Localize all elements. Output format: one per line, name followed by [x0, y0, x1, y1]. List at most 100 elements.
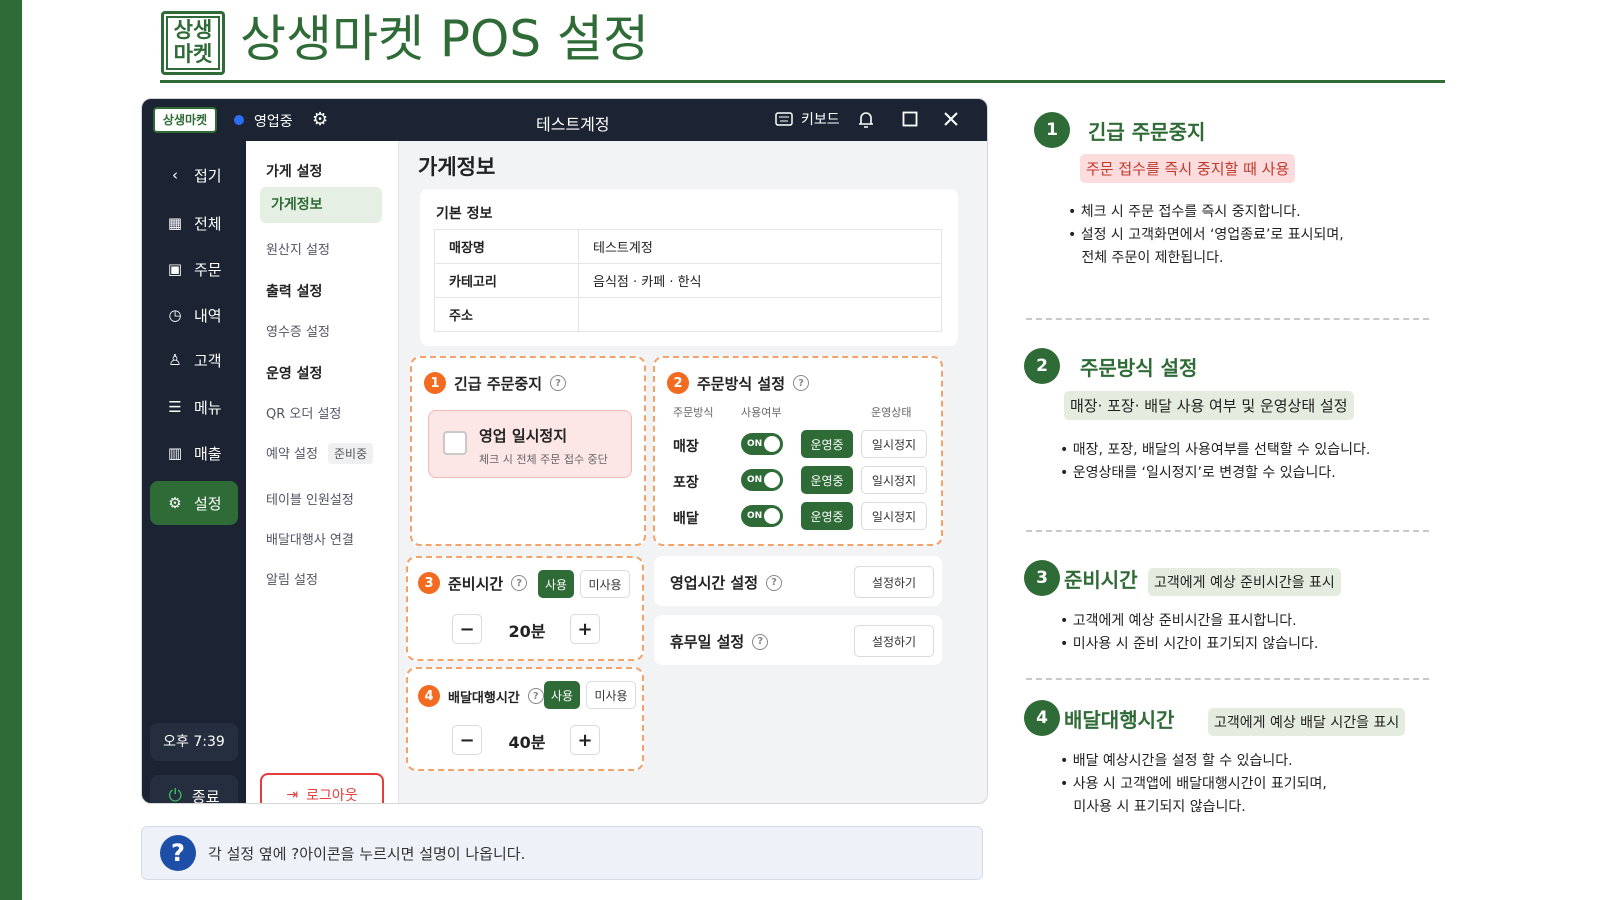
prep-use-button[interactable]: 사용 [538, 570, 574, 598]
submenu-item-store-info[interactable]: 가게정보 [260, 187, 382, 223]
emergency-stop-panel: 1 긴급 주문중지? 영업 일시정지 체크 시 전체 주문 접수 중단 [410, 356, 646, 546]
prep-increment-button[interactable]: + [570, 614, 600, 644]
use-toggle[interactable]: ON [741, 505, 783, 527]
submenu-item-origin[interactable]: 원산지 설정 [266, 239, 330, 258]
sidebar-item-all[interactable]: ▦ 전체 [142, 203, 246, 243]
prep-nouse-button[interactable]: 미사용 [580, 570, 630, 598]
basic-info-table: 매장명 테스트계정 카테고리 음식점 · 카페 · 한식 주소 [434, 229, 942, 332]
submenu-heading: 가게 설정 [266, 164, 323, 180]
gear-icon[interactable]: ⚙ [312, 109, 328, 130]
guide-bullets: • 매장, 포장, 배달의 사용여부를 선택할 수 있습니다. • 운영상태를 … [1060, 442, 1371, 481]
help-icon[interactable]: ? [752, 633, 769, 650]
exit-button[interactable]: ⏻ 종료 [150, 775, 238, 804]
help-hint-bar: ? 각 설정 옆에 ?아이콘을 누르시면 설명이 나옵니다. [141, 826, 983, 880]
section-title: 배달대행시간 [448, 690, 520, 706]
settings-submenu: 가게 설정 가게정보 원산지 설정 출력 설정 영수증 설정 운영 설정 QR … [246, 141, 399, 804]
table-row: 매장명 테스트계정 [434, 229, 942, 264]
section-title: 주문방식 설정 [697, 374, 786, 393]
guide-tag: 매장· 포장· 배달 사용 여부 및 운영상태 설정 [1064, 391, 1354, 420]
guide-tag: 고객에게 예상 배달 시간을 표시 [1208, 708, 1406, 736]
col-header: 운영상태 [871, 406, 912, 419]
keyboard-icon [775, 112, 793, 126]
pause-checkbox[interactable] [443, 431, 467, 455]
order-method-panel: 2 주문방식 설정? 주문방식 사용여부 운영상태 매장 ON 운영중 일시정지 … [653, 356, 943, 546]
step-number: 3 [418, 572, 440, 594]
section-title: 휴무일 설정 [670, 633, 745, 651]
left-accent-bar [0, 0, 22, 900]
help-icon[interactable]: ? [793, 375, 810, 391]
prep-decrement-button[interactable]: − [452, 614, 482, 644]
operating-button[interactable]: 운영중 [801, 466, 853, 494]
delivery-decrement-button[interactable]: − [452, 725, 482, 755]
submenu-item-delivery[interactable]: 배달대행사 연결 [266, 529, 354, 548]
guide-title: 준비시간 [1064, 568, 1138, 592]
col-header: 사용여부 [741, 406, 782, 419]
bell-icon[interactable] [857, 110, 875, 130]
pause-toggle-box[interactable]: 영업 일시정지 체크 시 전체 주문 접수 중단 [428, 410, 632, 478]
submenu-item-qr-order[interactable]: QR 오더 설정 [266, 403, 341, 422]
row-value[interactable] [579, 298, 942, 332]
operating-button[interactable]: 운영중 [801, 502, 853, 530]
help-hint-text: 각 설정 옆에 ?아이콘을 누르시면 설명이 나옵니다. [208, 844, 526, 863]
clock-display: 오후 7:39 [150, 723, 238, 761]
guide-number: 3 [1024, 560, 1060, 596]
guide-number: 1 [1034, 112, 1070, 148]
delivery-increment-button[interactable]: + [570, 725, 600, 755]
bar-chart-icon: ▥ [167, 444, 183, 462]
submenu-heading: 운영 설정 [266, 366, 323, 382]
sidebar-label: 고객 [194, 351, 222, 370]
delivery-use-button[interactable]: 사용 [544, 681, 580, 709]
help-icon[interactable]: ? [527, 688, 544, 704]
sidebar-item-orders[interactable]: ▣ 주문 [142, 249, 246, 289]
submenu-item-alerts[interactable]: 알림 설정 [266, 569, 318, 588]
col-header: 주문방식 [673, 406, 714, 419]
prep-title: 3 준비시간? [418, 572, 528, 594]
logout-button[interactable]: ⇥ 로그아웃 [260, 773, 384, 804]
sidebar-item-collapse[interactable]: ‹ 접기 [142, 155, 246, 195]
power-icon: ⏻ [168, 786, 182, 804]
logout-label: 로그아웃 [306, 788, 358, 804]
step-number: 1 [424, 372, 446, 394]
submenu-item-reservation[interactable]: 예약 설정 준비중 [266, 443, 374, 464]
pause-button[interactable]: 일시정지 [861, 502, 927, 530]
row-value[interactable]: 음식점 · 카페 · 한식 [578, 263, 942, 298]
help-icon[interactable]: ? [511, 575, 528, 591]
pause-label: 영업 일시정지 [479, 427, 568, 445]
operating-button[interactable]: 운영중 [801, 430, 853, 458]
reservation-label: 예약 설정 [266, 447, 318, 462]
keyboard-label: 키보드 [801, 112, 840, 128]
holiday-card: 휴무일 설정? 설정하기 [654, 615, 942, 665]
close-icon[interactable] [943, 111, 959, 127]
method-name: 포장 [673, 475, 699, 491]
pause-button[interactable]: 일시정지 [861, 466, 927, 494]
sidebar-item-menu[interactable]: ☰ 메뉴 [142, 387, 246, 427]
user-icon: ♙ [168, 351, 182, 369]
sidebar-item-customers[interactable]: ♙ 고객 [142, 340, 246, 380]
delivery-time-panel: 4 배달대행시간? 사용 미사용 − 40분 + [406, 667, 644, 771]
use-toggle[interactable]: ON [741, 433, 783, 455]
list-icon: ☰ [168, 398, 182, 416]
help-icon[interactable]: ? [550, 375, 567, 391]
holiday-setup-button[interactable]: 설정하기 [854, 625, 934, 657]
use-toggle[interactable]: ON [741, 469, 783, 491]
step-number: 4 [418, 685, 440, 707]
pos-window: 상생마켓 영업중 ⚙ 테스트계정 키보드 ‹ 접기 ▦ 전체 ▣ 주문 ◷ 내역 ♙ 고객… [141, 98, 988, 804]
row-key: 카테고리 [434, 263, 579, 298]
guide-tag: 주문 접수를 즉시 중지할 때 사용 [1080, 154, 1296, 183]
sidebar-item-history[interactable]: ◷ 내역 [142, 295, 246, 335]
submenu-item-table[interactable]: 테이블 인원설정 [266, 489, 354, 508]
grid-icon: ▦ [167, 214, 183, 232]
delivery-nouse-button[interactable]: 미사용 [586, 681, 636, 709]
row-value[interactable]: 테스트계정 [578, 229, 942, 264]
pause-button[interactable]: 일시정지 [861, 430, 927, 458]
maximize-icon[interactable] [902, 111, 918, 127]
clipboard-icon: ▣ [167, 260, 183, 278]
keyboard-button[interactable]: 키보드 [775, 109, 840, 129]
row-key: 주소 [434, 297, 579, 332]
guide-bullets: • 고객에게 예상 준비시간을 표시합니다. • 미사용 시 준비 시간이 표기… [1060, 613, 1319, 652]
hours-setup-button[interactable]: 설정하기 [854, 566, 934, 598]
sidebar-item-sales[interactable]: ▥ 매출 [142, 433, 246, 473]
submenu-item-receipt[interactable]: 영수증 설정 [266, 321, 330, 340]
sidebar-item-settings[interactable]: ⚙ 설정 [150, 481, 238, 525]
help-icon[interactable]: ? [766, 574, 783, 591]
